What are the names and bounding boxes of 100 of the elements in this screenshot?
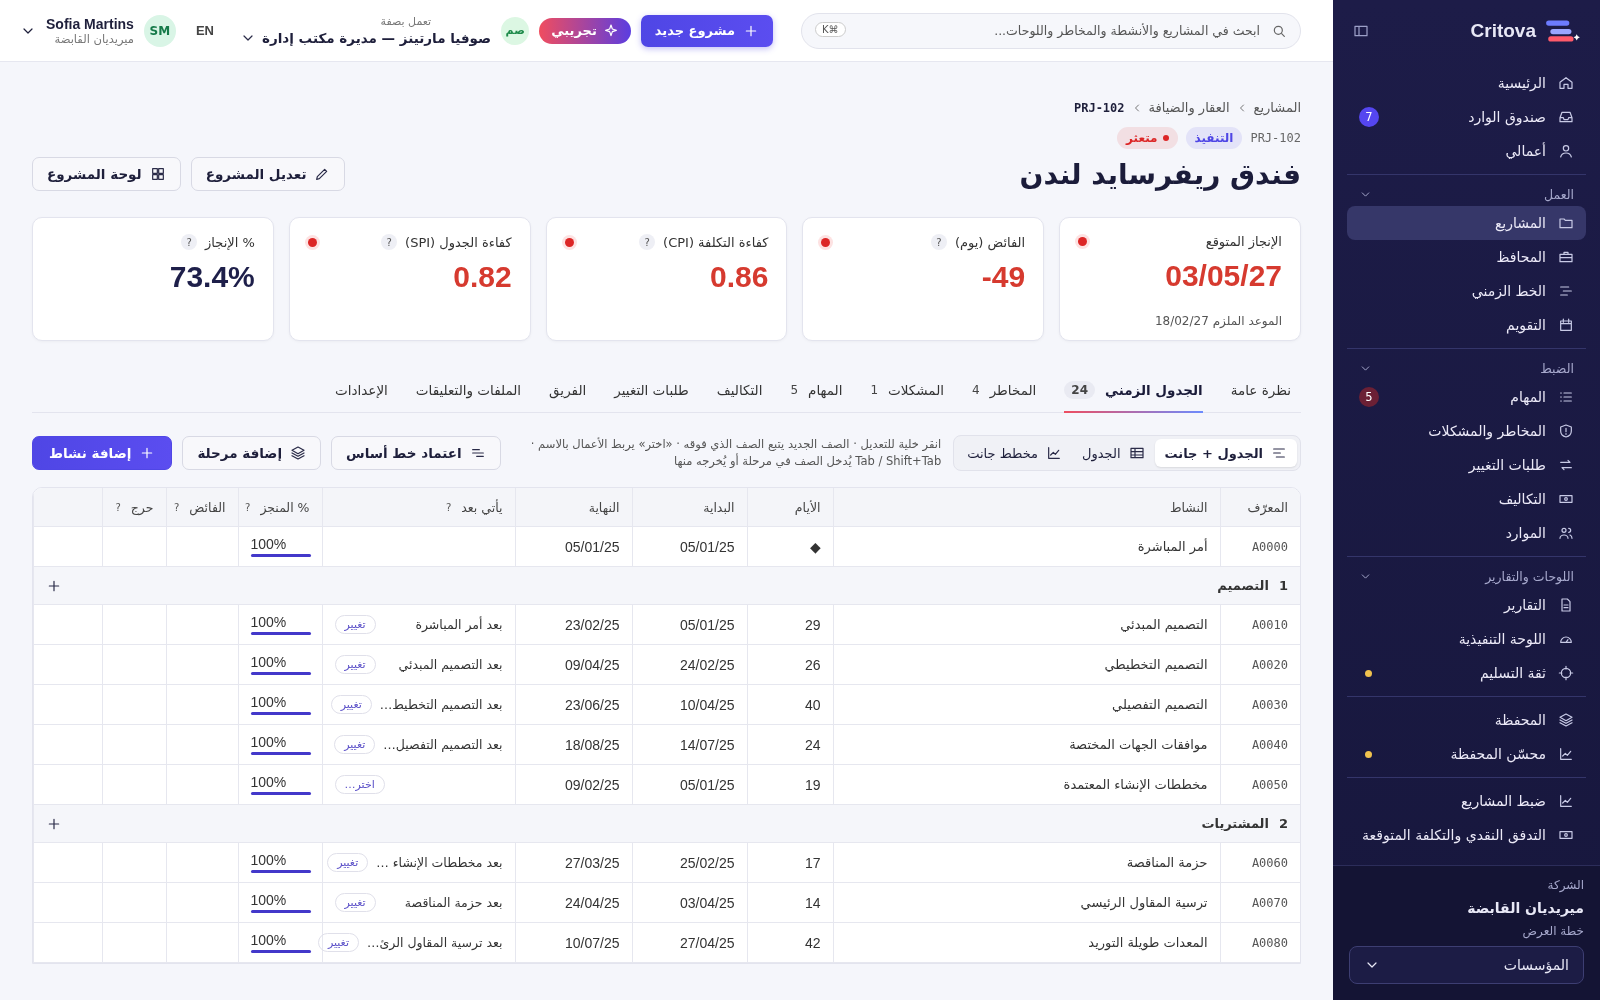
column-header: % المنجز [260,499,310,515]
tab[interactable]: الإعدادات [335,375,388,413]
table-cell[interactable]: 19 [747,764,833,805]
view-option[interactable]: مخطط جانت [957,439,1073,467]
table-cell[interactable]: 24/04/25 [515,882,632,923]
document-icon [1558,597,1574,613]
tab[interactable]: نظرة عامة [1230,375,1291,413]
nav-item[interactable]: المشاريع [1347,206,1586,240]
nav-item[interactable]: المخاطر والمشكلات [1347,414,1586,448]
folder-icon [1558,215,1574,231]
nav-item[interactable]: التدفق النقدي والتكلفة المتوقعة [1347,818,1586,852]
table-cell[interactable]: حزمة المناقصة [833,842,1220,883]
toolbar-button[interactable]: اعتماد خط أساس [331,436,501,470]
help-hint[interactable]: ? [115,499,121,515]
nav-item[interactable]: المحافظ [1347,240,1586,274]
help-hint[interactable]: ? [181,234,198,250]
table-cell[interactable]: التصميم التفصيلي [833,684,1220,725]
table-cell[interactable]: 05/01/25 [632,764,747,805]
percent-text: 100% [250,654,287,670]
table-cell[interactable]: 05/01/25 [515,526,632,567]
table-cell[interactable]: 24/02/25 [632,644,747,685]
help-hint[interactable]: ? [381,234,398,250]
nav-item[interactable]: أعمالي [1347,134,1586,168]
toolbar-button[interactable]: إضافة مرحلة [182,436,322,470]
table-cell[interactable]: ◆ [747,526,833,567]
nav-item[interactable]: الرئيسية [1347,66,1586,100]
breadcrumb-link[interactable]: PRJ-102 [1073,100,1125,115]
table-cell[interactable]: 27/04/25 [632,922,747,963]
table-cell[interactable]: 26 [747,644,833,685]
table-cell[interactable]: 05/01/25 [632,604,747,645]
table-cell[interactable]: المعدات طويلة التوريد [833,922,1220,963]
help-hint[interactable]: ? [930,234,947,250]
table-cell[interactable]: 40 [747,684,833,725]
table-cell[interactable]: التصميم المبدئي [833,604,1220,645]
table-cell[interactable]: موافقات الجهات المختصة [833,724,1220,765]
nav-item[interactable]: الخط الزمني [1347,274,1586,308]
help-hint[interactable]: ? [445,499,452,515]
help-hint[interactable]: ? [245,499,251,515]
nav-item[interactable]: اللوحة التنفيذية [1347,622,1586,656]
table-cell[interactable]: 03/04/25 [632,882,747,923]
predecessor-text: بعد التصميم التفصيل… [383,737,503,752]
view-option[interactable]: الجدول [1072,439,1155,467]
calendar-icon [1558,317,1574,333]
table-cell[interactable]: 09/04/25 [515,644,632,685]
table-cell[interactable]: 10/07/25 [515,922,632,963]
tab[interactable]: طلبات التغيير [614,375,689,413]
table-cell[interactable]: 18/08/25 [515,724,632,765]
user-org: ميريديان القابضة [54,31,134,46]
nav-item[interactable]: طلبات التغيير [1347,448,1586,482]
table-cell[interactable]: التصميم التخطيطي [833,644,1220,685]
section-heading: الضبط [1540,361,1574,376]
target-icon [1558,665,1574,681]
tab[interactable]: الملفات والتعليقات [415,375,522,413]
tab[interactable]: الفريق [549,375,587,413]
predecessor-text: بعد ترسية المقاول الرئ… [366,935,503,950]
lines-icon [1271,445,1287,461]
nav-item[interactable]: الموارد [1347,516,1586,550]
nav-item[interactable]: التقارير [1347,588,1586,622]
header-button[interactable]: تعديل المشروع [190,157,346,191]
nav-item[interactable]: التقويم [1347,308,1586,342]
trial-badge[interactable]: تجريبي [539,17,631,44]
table-cell[interactable]: 24 [747,724,833,765]
table-cell[interactable]: 14/07/25 [632,724,747,765]
avatar[interactable]: SM [143,14,176,47]
header-button[interactable]: لوحة المشروع [32,157,181,191]
breadcrumb-link[interactable]: العقار والضيافة [1148,100,1230,115]
breadcrumb-link[interactable]: المشاريع [1253,100,1301,115]
nav-item[interactable]: ضبط المشاريع [1347,784,1586,818]
new-project-button[interactable]: مشروع جديد [640,14,773,47]
tab[interactable]: التكاليف [716,375,763,413]
table-cell[interactable]: 05/01/25 [632,526,747,567]
phase-number: 1 [1278,578,1288,593]
sidebar-toggle-icon[interactable] [1353,23,1369,39]
table-cell[interactable]: أمر المباشرة [833,526,1220,567]
table-cell[interactable]: 29 [747,604,833,645]
nav-item[interactable]: التكاليف [1347,482,1586,516]
view-option[interactable]: الجدول + جانت [1154,439,1297,467]
table-cell[interactable]: 23/06/25 [515,684,632,725]
section-heading: اللوحات والتقارير [1485,569,1574,584]
table-cell[interactable]: 42 [747,922,833,963]
predecessor-text: بعد أمر المباشرة [415,617,503,632]
help-hint[interactable]: ? [639,234,656,250]
role-switcher[interactable]: صوفيا مارتينز — مديرة مكتب إدارة [239,30,492,46]
nav-item[interactable]: المحفظة [1347,703,1586,737]
nav-item[interactable]: محسّن المحفظة [1347,737,1586,771]
table-cell[interactable]: 14 [747,882,833,923]
plan-select[interactable]: المؤسسات [1349,946,1584,984]
table-cell[interactable]: 23/02/25 [515,604,632,645]
toolbar-button[interactable]: إضافة نشاط [32,436,173,470]
table-cell[interactable]: 10/04/25 [632,684,747,725]
table-icon [1128,445,1145,461]
table-cell[interactable]: 27/03/25 [515,842,632,883]
help-hint[interactable]: ? [173,499,180,515]
nav-item[interactable]: ثقة التسليم [1347,656,1586,690]
table-cell[interactable]: ترسية المقاول الرئيسي [833,882,1220,923]
table-cell[interactable]: 17 [747,842,833,883]
language-code[interactable]: EN [195,23,214,38]
table-cell[interactable]: 25/02/25 [632,842,747,883]
table-cell[interactable]: مخططات الإنشاء المعتمدة [833,764,1220,805]
table-cell[interactable]: 09/02/25 [515,764,632,805]
